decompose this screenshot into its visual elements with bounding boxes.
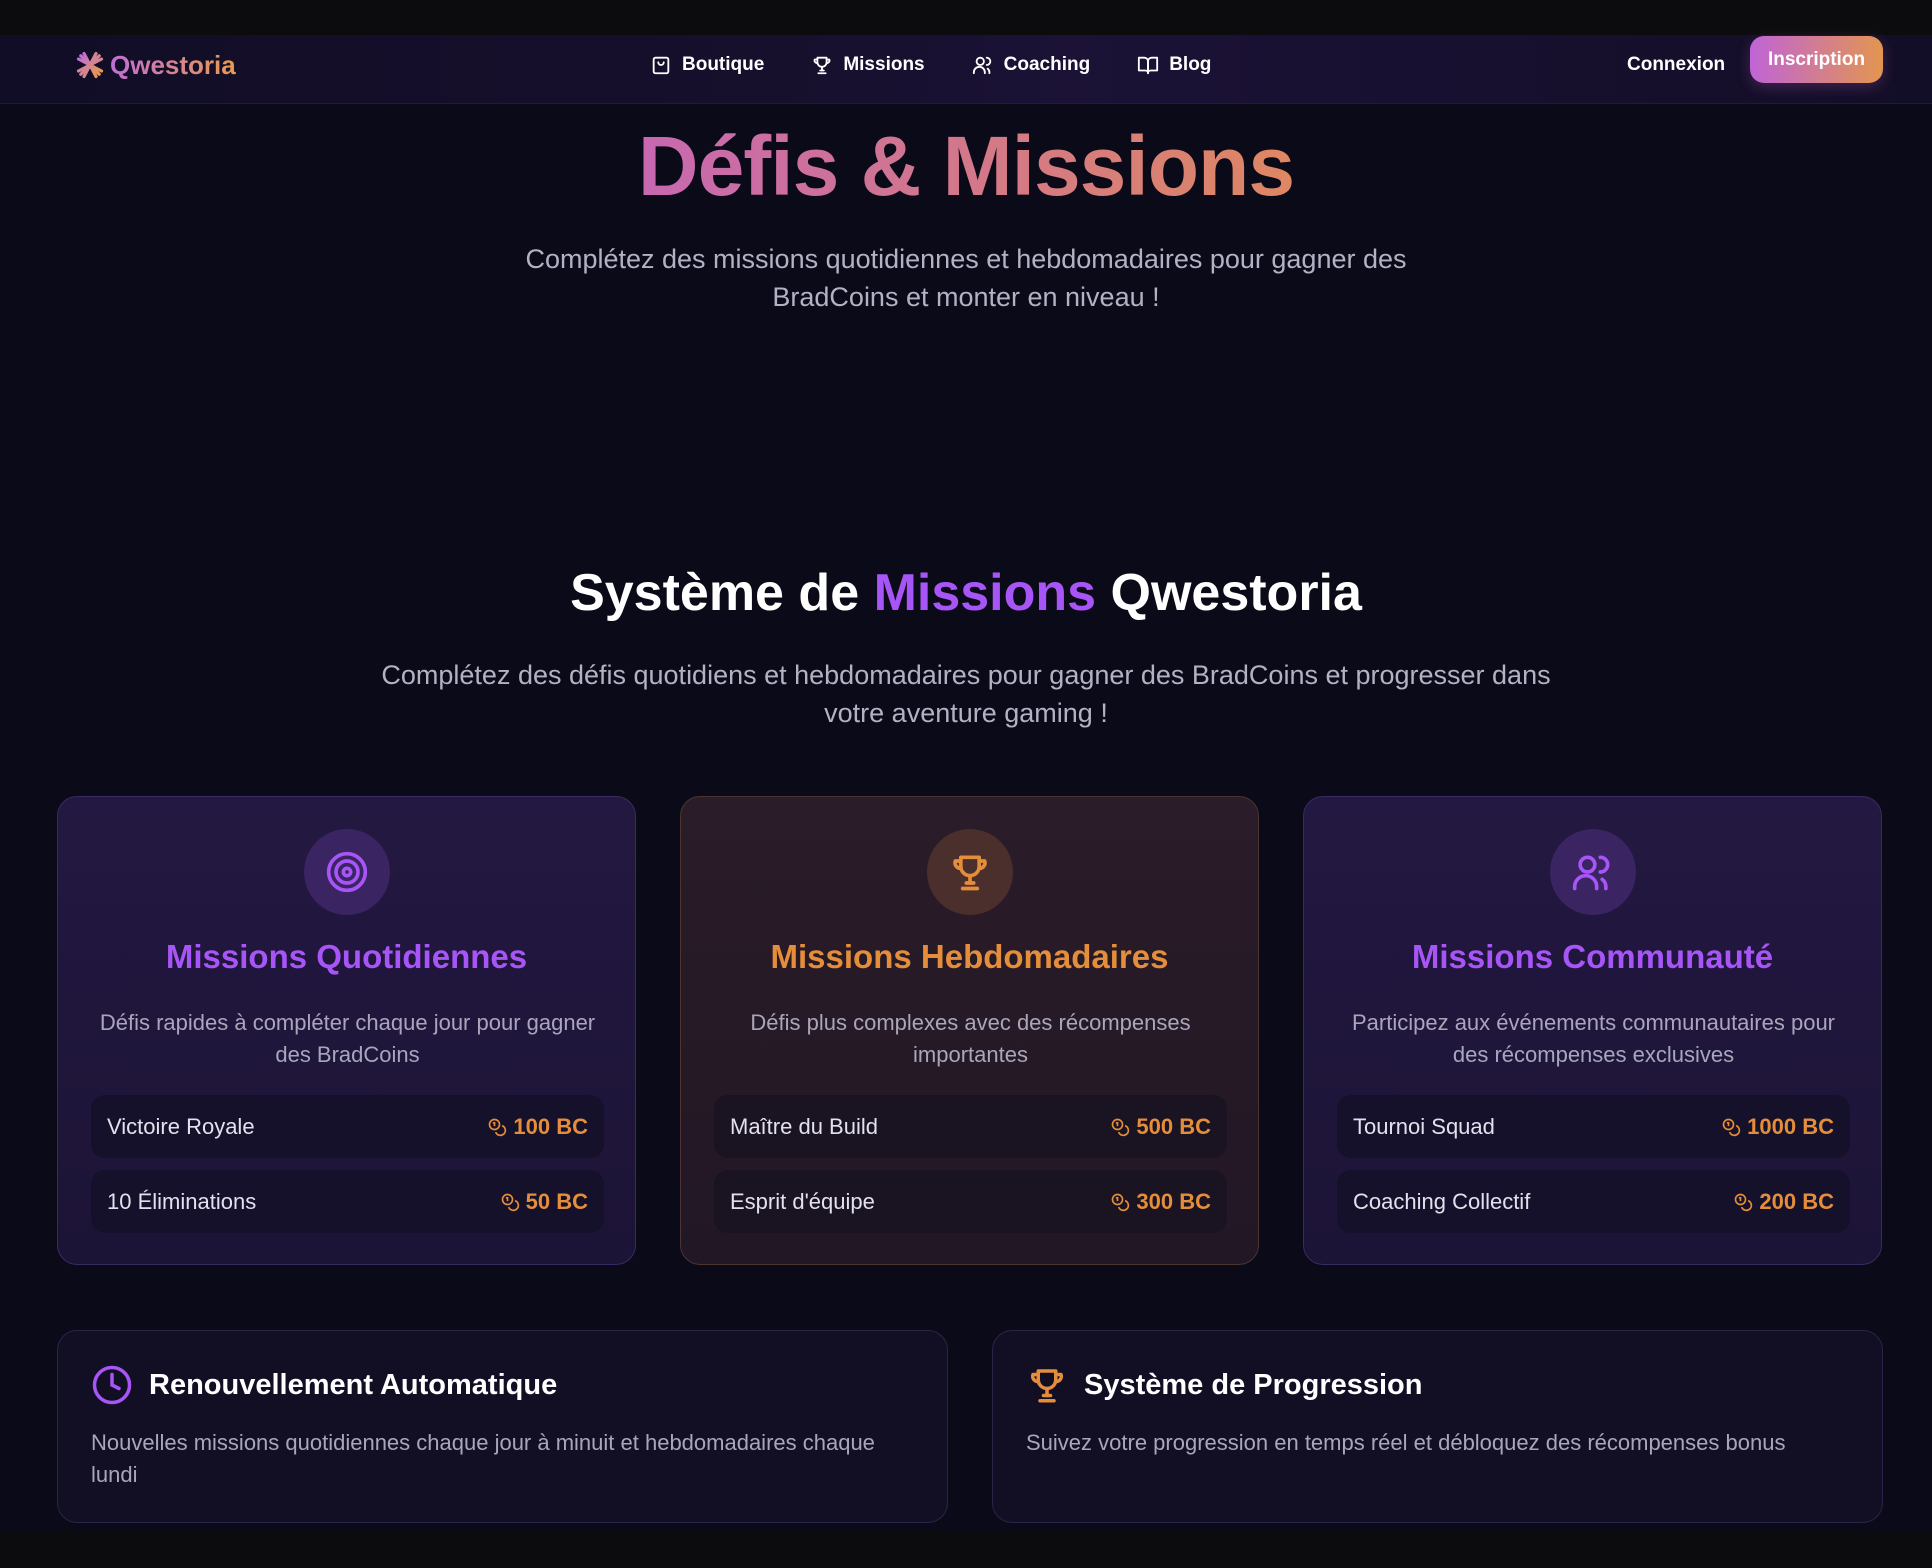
nav-link-label: Missions [843, 54, 925, 75]
browser-bottom-strip [0, 1532, 1932, 1568]
mission-reward: 300 BC [1110, 1189, 1211, 1215]
info-box-progression: Système de Progression Suivez votre prog… [992, 1330, 1883, 1523]
nav-link-missions[interactable]: Missions [811, 49, 925, 81]
card-icon-badge [304, 829, 390, 915]
section-title-accent: Missions [873, 564, 1097, 622]
mission-item[interactable]: Maître du Build 500 BC [714, 1095, 1227, 1158]
info-box-title: Renouvellement Automatique [149, 1368, 558, 1401]
mission-name: Tournoi Squad [1353, 1113, 1495, 1139]
mission-reward: 500 BC [1110, 1114, 1211, 1140]
login-button[interactable]: Connexion [1627, 50, 1725, 80]
coins-icon [1722, 1118, 1741, 1136]
nav-link-label: Boutique [682, 54, 765, 75]
signup-button[interactable]: Inscription [1750, 36, 1883, 83]
coins-icon [1735, 1193, 1753, 1211]
mission-reward-value: 500 BC [1136, 1113, 1211, 1139]
logo-text: Qwestoria [110, 49, 236, 80]
mission-item[interactable]: 10 Éliminations 50 BC [91, 1170, 604, 1233]
mission-name: Victoire Royale [107, 1113, 255, 1139]
nav-link-boutique[interactable]: Boutique [650, 49, 764, 81]
mission-name: Coaching Collectif [1353, 1188, 1531, 1214]
info-box-description: Suivez votre progression en temps réel e… [1026, 1430, 1786, 1455]
coins-icon [501, 1193, 519, 1211]
browser-top-strip [0, 0, 1932, 35]
trophy-icon [953, 855, 987, 891]
section-title: Système de Missions Qwestoria [0, 563, 1932, 623]
coins-icon [1112, 1118, 1130, 1136]
mission-reward-value: 100 BC [513, 1113, 588, 1139]
coins-icon [1112, 1193, 1130, 1211]
target-icon [326, 851, 368, 893]
section-subtitle: Complétez des défis quotidiens et hebdom… [381, 660, 1551, 728]
card-description: Défis rapides à compléter chaque jour po… [99, 1010, 596, 1067]
mission-reward: 100 BC [487, 1114, 588, 1140]
info-box-title: Système de Progression [1084, 1368, 1423, 1401]
card-title: Missions Hebdomadaires [770, 938, 1169, 975]
mission-reward-value: 50 BC [525, 1188, 588, 1214]
mission-item[interactable]: Victoire Royale 100 BC [91, 1095, 604, 1158]
page-subtitle: Complétez des missions quotidiennes et h… [525, 244, 1407, 312]
section-title-part1: Système de [570, 564, 874, 622]
mission-name: Esprit d'équipe [730, 1188, 875, 1214]
users-icon [972, 56, 991, 75]
mission-item[interactable]: Esprit d'équipe 300 BC [714, 1170, 1227, 1233]
info-box-header: Système de Progression [1026, 1364, 1422, 1406]
info-box-header: Renouvellement Automatique [91, 1364, 557, 1406]
card-description: Défis plus complexes avec des récompense… [750, 1010, 1191, 1067]
trophy-icon [813, 56, 831, 75]
card-community-missions: Missions Communauté Participez aux événe… [1303, 796, 1882, 1265]
card-icon-badge [1550, 829, 1636, 915]
logo[interactable]: Qwestoria [74, 45, 236, 85]
main-nav: Boutique Missions Coaching Blog [650, 49, 1211, 81]
nav-link-label: Blog [1169, 54, 1212, 75]
mission-reward-value: 1000 BC [1747, 1113, 1834, 1139]
mission-reward: 1000 BC [1721, 1114, 1834, 1140]
coins-icon [489, 1118, 507, 1136]
mission-item[interactable]: Coaching Collectif 200 BC [1337, 1170, 1850, 1233]
trophy-icon [1030, 1369, 1064, 1403]
card-title: Missions Communauté [1411, 938, 1774, 975]
nav-link-coaching[interactable]: Coaching [972, 49, 1091, 81]
navbar: Qwestoria Boutique Missions Coaching Blo… [0, 35, 1932, 104]
mission-name: 10 Éliminations [107, 1188, 257, 1214]
page-title: Défis & Missions [0, 118, 1932, 215]
mission-name: Maître du Build [730, 1113, 878, 1139]
card-daily-missions: Missions Quotidiennes Défis rapides à co… [57, 796, 636, 1265]
mission-reward: 50 BC [500, 1189, 588, 1215]
info-box-auto-renewal: Renouvellement Automatique Nouvelles mis… [57, 1330, 948, 1523]
card-description: Participez aux événements communautaires… [1351, 1010, 1836, 1067]
mission-item[interactable]: Tournoi Squad 1000 BC [1337, 1095, 1850, 1158]
users-icon [1572, 855, 1610, 891]
info-box-description: Nouvelles missions quotidiennes chaque j… [91, 1430, 875, 1487]
card-icon-badge [927, 829, 1013, 915]
nav-link-label: Coaching [1003, 54, 1091, 75]
section-title-part2: Qwestoria [1096, 564, 1362, 622]
book-icon [1138, 56, 1159, 75]
mission-reward-value: 200 BC [1759, 1188, 1834, 1214]
clock-icon [92, 1365, 132, 1405]
shopping-bag-icon [652, 56, 670, 75]
mission-reward: 200 BC [1733, 1189, 1834, 1215]
nav-link-blog[interactable]: Blog [1137, 49, 1211, 81]
card-weekly-missions: Missions Hebdomadaires Défis plus comple… [680, 796, 1259, 1265]
logo-icon [75, 50, 105, 80]
mission-reward-value: 300 BC [1136, 1188, 1211, 1214]
card-title: Missions Quotidiennes [165, 938, 528, 975]
